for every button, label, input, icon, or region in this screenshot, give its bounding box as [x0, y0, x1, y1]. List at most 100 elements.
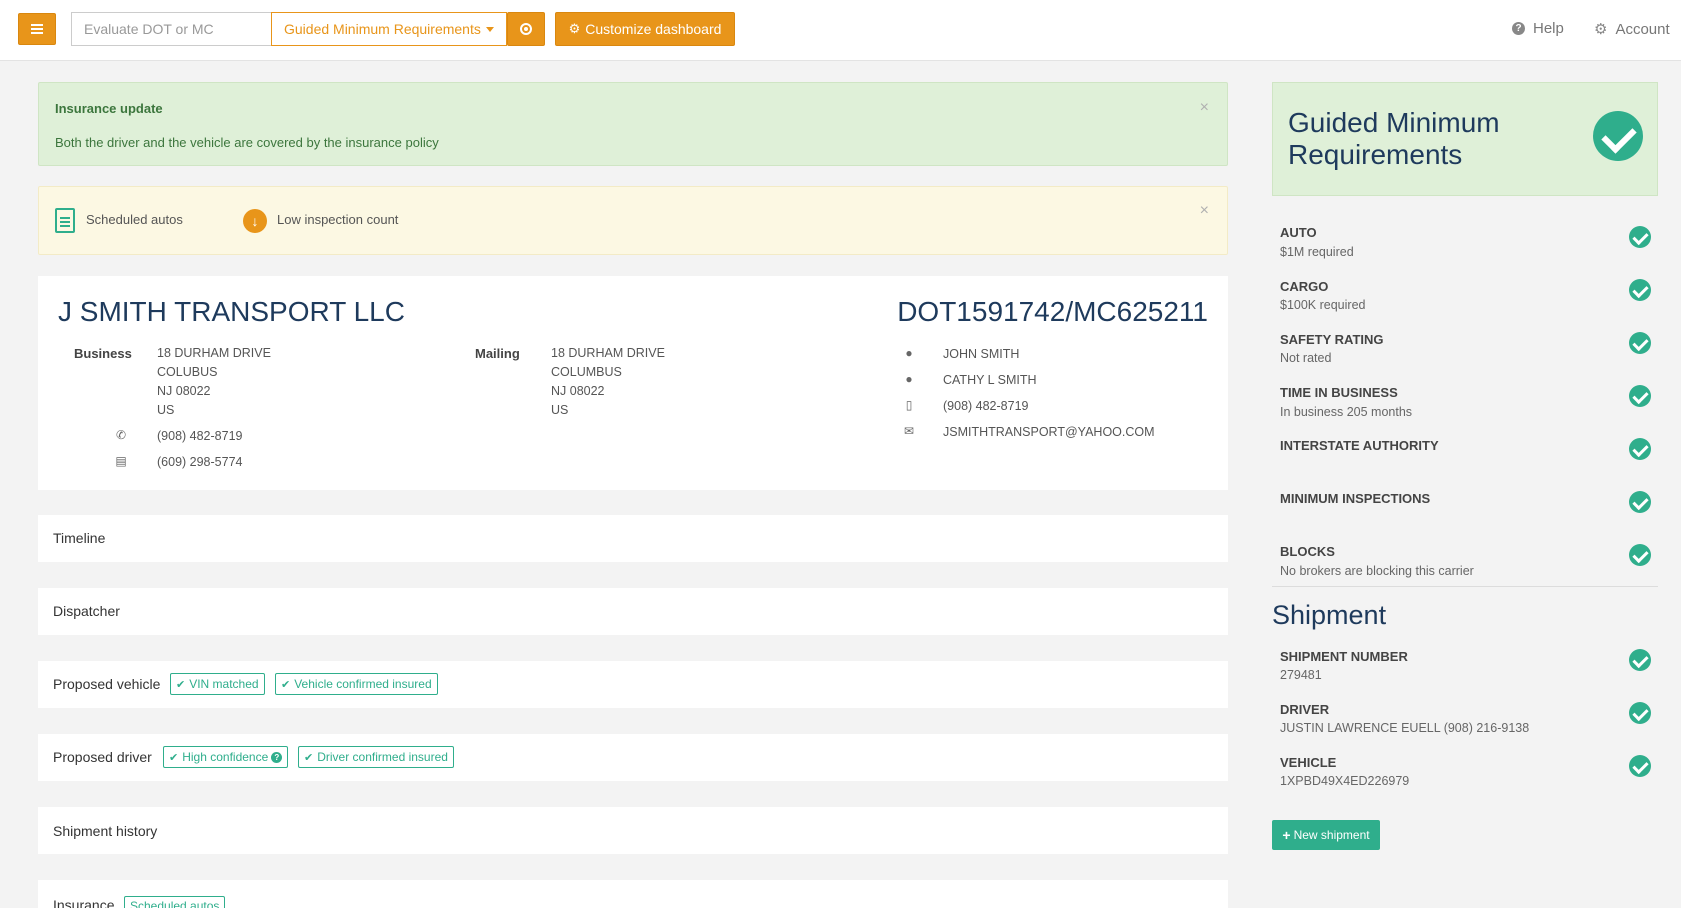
shipment-field-value: 1XPBD49X4ED226979 [1280, 774, 1410, 788]
menu-button[interactable] [18, 13, 56, 45]
panel-title: Proposed driver [53, 749, 152, 765]
vin-matched-badge: ✔ VIN matched [170, 673, 265, 695]
document-icon [55, 208, 75, 233]
new-shipment-label: New shipment [1293, 828, 1370, 842]
shipment-field-value: JUSTIN LAWRENCE EUELL (908) 216-9138 [1280, 721, 1530, 735]
alert-message: Both the driver and the vehicle are cove… [55, 135, 439, 150]
arrow-down-circle-icon: ↓ [243, 209, 267, 233]
account-label: Account [1615, 20, 1670, 38]
check-circle-icon [1593, 111, 1643, 161]
panel-title: Shipment history [53, 823, 158, 839]
customize-dashboard-label: Customize dashboard [585, 21, 722, 37]
requirement-detail: $100K required [1280, 298, 1366, 312]
company-card: J SMITH TRANSPORT LLC DOT1591742/MC62521… [38, 276, 1228, 490]
mailing-address: 18 DURHAM DRIVE COLUMBUS NJ 08022 US [551, 346, 665, 417]
help-label: Help [1533, 20, 1564, 37]
scheduled-autos-warning: Scheduled autos [86, 212, 183, 227]
check-circle-icon [1629, 279, 1651, 301]
requirement-title: SAFETY RATING [1280, 332, 1384, 347]
requirement-title: BLOCKS [1280, 544, 1335, 559]
mobile-icon: ▯ [905, 398, 913, 412]
low-inspection-warning: Low inspection count [277, 212, 399, 227]
close-icon[interactable]: × [1200, 202, 1209, 220]
check-icon: ✔ [281, 678, 291, 691]
phone-icon: ✆ [115, 428, 127, 442]
panel-title: Dispatcher [53, 603, 120, 619]
shipment-field-title: VEHICLE [1280, 755, 1337, 770]
check-circle-icon [1629, 649, 1651, 671]
user-icon: ● [905, 372, 913, 386]
cogs-icon: ⚙ [568, 21, 581, 36]
locate-button[interactable] [507, 12, 545, 46]
alert-title: Insurance update [55, 101, 163, 116]
check-circle-icon [1629, 702, 1651, 724]
panel-title: Insurance [53, 897, 115, 908]
caret-down-icon [485, 26, 494, 32]
panel-title: Timeline [53, 530, 106, 546]
search-input[interactable]: Evaluate DOT or MC [71, 12, 271, 46]
check-circle-icon [1629, 544, 1651, 566]
plus-icon: + [1282, 827, 1291, 843]
requirement-detail: No brokers are blocking this carrier [1280, 564, 1474, 578]
requirement-detail: Not rated [1280, 351, 1332, 365]
shipment-history-panel[interactable]: Shipment history [38, 807, 1228, 854]
account-link[interactable]: ⚙ Account [1594, 20, 1670, 39]
warning-alert: Scheduled autos ↓ Low inspection count × [38, 186, 1228, 255]
vehicle-insured-badge: ✔ Vehicle confirmed insured [275, 673, 438, 695]
business-fax: (609) 298-5774 [157, 455, 243, 469]
help-link[interactable]: ? Help [1512, 20, 1564, 37]
requirements-dropdown-label: Guided Minimum Requirements [284, 21, 481, 37]
check-circle-icon [1629, 438, 1651, 460]
business-phone: (908) 482-8719 [157, 429, 243, 443]
check-icon: ✔ [169, 751, 179, 764]
requirements-summary: Guided Minimum Requirements [1272, 82, 1658, 196]
shipment-heading: Shipment [1272, 600, 1387, 630]
requirement-title: TIME IN BUSINESS [1280, 385, 1398, 400]
customize-dashboard-button[interactable]: ⚙ Customize dashboard [555, 12, 735, 46]
requirement-title: INTERSTATE AUTHORITY [1280, 438, 1439, 453]
insurance-alert: Insurance update Both the driver and the… [38, 82, 1228, 166]
contact-phone: (908) 482-8719 [943, 399, 1029, 413]
business-label: Business [74, 346, 132, 361]
divider [1272, 586, 1658, 587]
dot-mc-number: DOT1591742/MC625211 [897, 296, 1208, 327]
high-confidence-badge[interactable]: ✔ High confidence? [163, 746, 289, 768]
contact-name: JOHN SMITH [943, 347, 1020, 361]
question-circle-icon: ? [1512, 22, 1525, 35]
check-circle-icon [1629, 332, 1651, 354]
proposed-driver-panel[interactable]: Proposed driver ✔ High confidence? ✔ Drive… [38, 734, 1228, 781]
check-circle-icon [1629, 385, 1651, 407]
envelope-icon: ✉ [903, 424, 915, 438]
gear-icon: ⚙ [1594, 21, 1608, 38]
business-address: 18 DURHAM DRIVE COLUBUS NJ 08022 US [157, 346, 271, 417]
company-name: J SMITH TRANSPORT LLC [58, 296, 405, 327]
requirement-title: CARGO [1280, 279, 1329, 294]
new-shipment-button[interactable]: + New shipment [1272, 820, 1380, 850]
requirements-dropdown[interactable]: Guided Minimum Requirements [271, 12, 507, 46]
question-circle-icon: ? [271, 751, 283, 763]
check-circle-icon [1629, 491, 1651, 513]
panel-title: Proposed vehicle [53, 676, 161, 692]
requirement-detail: In business 205 months [1280, 405, 1413, 419]
hamburger-icon [31, 28, 43, 30]
mailing-label: Mailing [475, 346, 520, 361]
check-circle-icon [1629, 226, 1651, 248]
shipment-field-title: DRIVER [1280, 702, 1330, 717]
close-icon[interactable]: × [1200, 99, 1209, 117]
requirement-title: MINIMUM INSPECTIONS [1280, 491, 1431, 506]
driver-insured-badge: ✔ Driver confirmed insured [298, 746, 454, 768]
scheduled-autos-badge: Scheduled autos [124, 896, 226, 908]
user-icon: ● [905, 346, 913, 360]
contact-email[interactable]: JSMITHTRANSPORT@YAHOO.COM [943, 425, 1155, 439]
requirement-title: AUTO [1280, 225, 1317, 240]
contact-name: CATHY L SMITH [943, 373, 1037, 387]
check-icon: ✔ [304, 751, 314, 764]
requirement-detail: $1M required [1280, 245, 1354, 259]
check-circle-icon [1629, 755, 1651, 777]
dispatcher-panel[interactable]: Dispatcher [38, 588, 1228, 635]
shipment-field-value: 279481 [1280, 668, 1322, 682]
shipment-field-title: SHIPMENT NUMBER [1280, 649, 1408, 664]
insurance-panel[interactable]: Insurance Scheduled autos [38, 880, 1228, 908]
proposed-vehicle-panel[interactable]: Proposed vehicle ✔ VIN matched ✔ Vehicle c… [38, 661, 1228, 708]
timeline-panel[interactable]: Timeline [38, 515, 1228, 562]
